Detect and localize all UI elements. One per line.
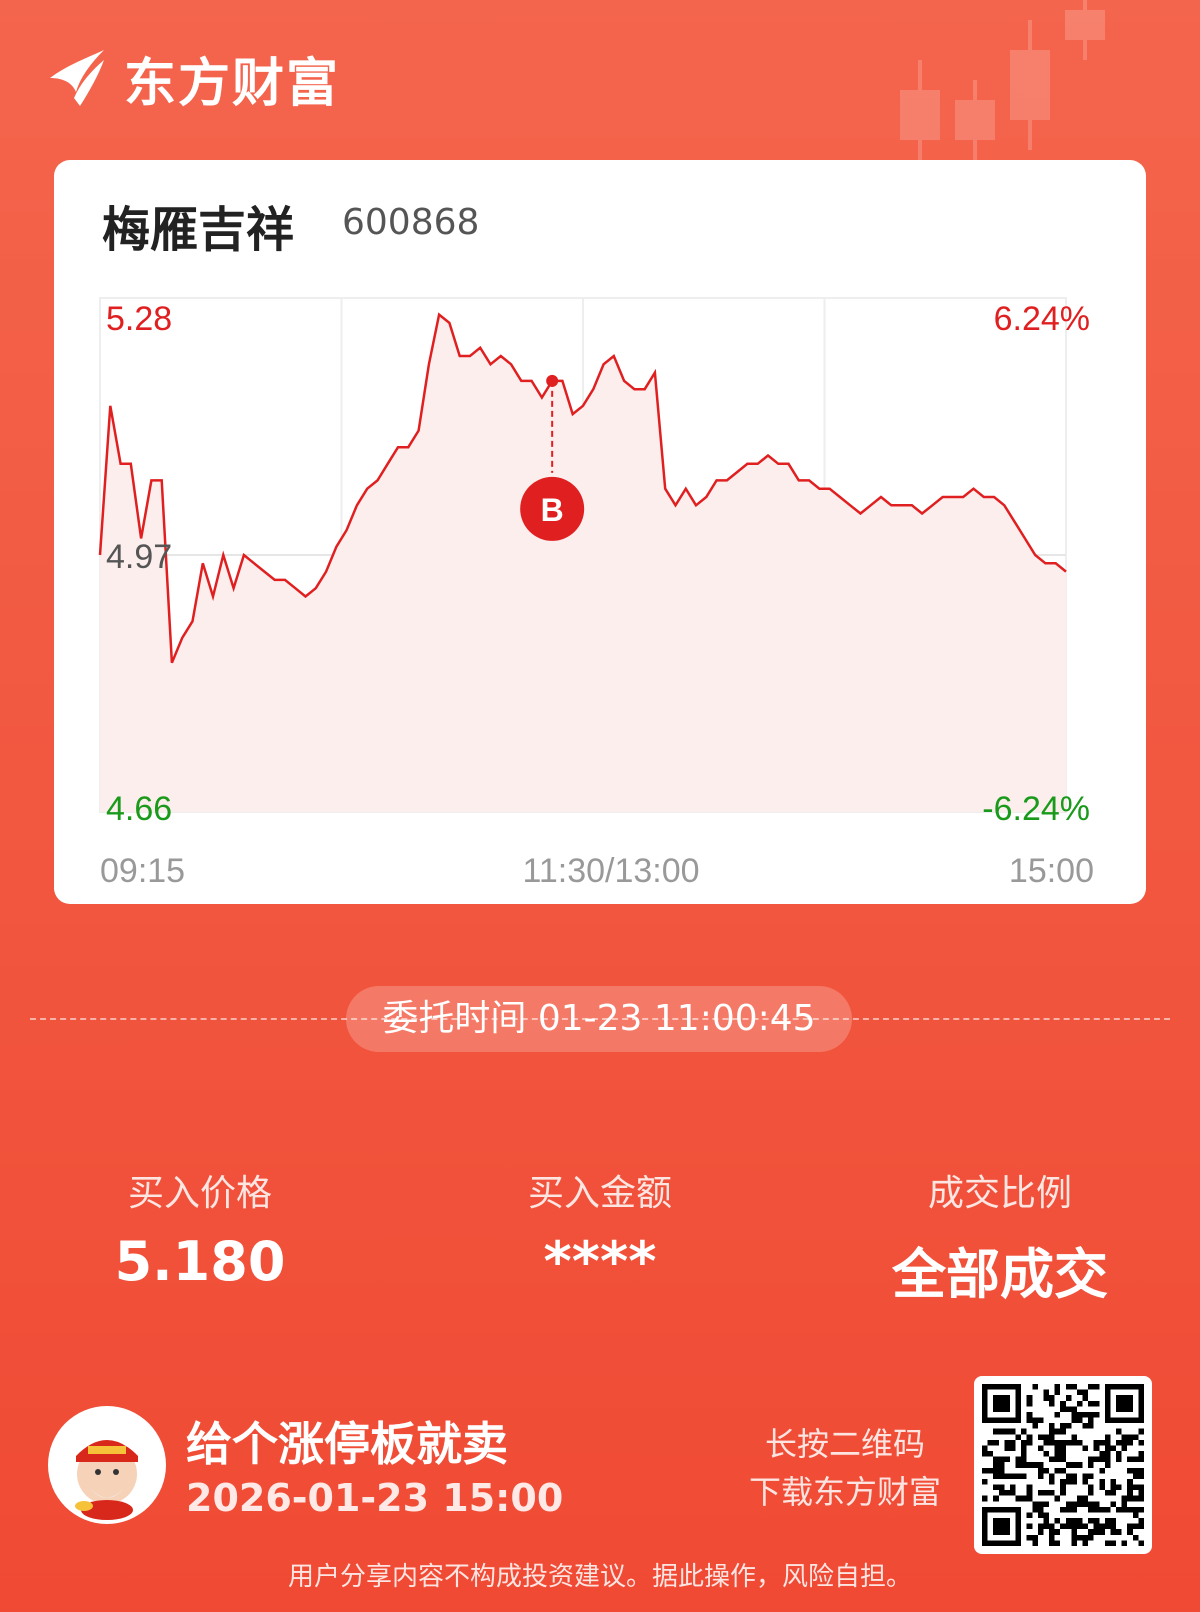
stat-value: 5.180 bbox=[114, 1230, 286, 1293]
price-mid-label: 4.97 bbox=[106, 538, 172, 576]
x-tick-start: 09:15 bbox=[100, 852, 185, 890]
username: 给个涨停板就卖 bbox=[186, 1417, 508, 1471]
eastmoney-logo-icon bbox=[50, 50, 104, 106]
stat-value: 全部成交 bbox=[892, 1243, 1108, 1306]
qr-hint-line1: 长按二维码 bbox=[764, 1425, 925, 1463]
intraday-chart: B 5.28 4.97 4.66 6.24% -6.24% 09:15 11:3… bbox=[98, 297, 1094, 890]
stat-label: 买入金额 bbox=[527, 1173, 672, 1214]
order-time-pill: 委托时间 01-23 11:00:45 bbox=[346, 986, 852, 1052]
stat-label: 成交比例 bbox=[927, 1173, 1072, 1214]
stat-buy-amount: 买入金额 **** bbox=[450, 1164, 750, 1293]
x-tick-end: 15:00 bbox=[1009, 852, 1094, 890]
x-tick-mid: 11:30/13:00 bbox=[522, 852, 699, 890]
qr-hint: 长按二维码 下载东方财富 bbox=[740, 1420, 950, 1516]
buy-badge-label: B bbox=[541, 492, 564, 528]
stock-card: 梅雁吉祥 600868 B 5.28 4.97 4.66 6.24% -6.24… bbox=[54, 160, 1146, 904]
share-date: 2026-01-23 15:00 bbox=[186, 1476, 564, 1520]
stat-buy-price: 买入价格 5.180 bbox=[50, 1164, 350, 1293]
qr-code-icon[interactable] bbox=[974, 1376, 1152, 1554]
pct-high-label: 6.24% bbox=[994, 300, 1090, 338]
disclaimer: 用户分享内容不构成投资建议。据此操作，风险自担。 bbox=[287, 1562, 912, 1592]
brand-name: 东方财富 bbox=[124, 53, 341, 114]
pct-low-label: -6.24% bbox=[982, 790, 1090, 828]
brand-header: 东方财富 bbox=[46, 46, 340, 114]
cartoon-avatar-icon[interactable] bbox=[48, 1406, 166, 1524]
stat-value: **** bbox=[543, 1230, 657, 1293]
price-low-label: 4.66 bbox=[106, 790, 172, 828]
stat-label: 买入价格 bbox=[127, 1173, 272, 1214]
qr-hint-line2: 下载东方财富 bbox=[748, 1473, 941, 1511]
stat-fill-ratio: 成交比例 全部成交 bbox=[850, 1164, 1150, 1309]
price-high-label: 5.28 bbox=[106, 300, 172, 338]
